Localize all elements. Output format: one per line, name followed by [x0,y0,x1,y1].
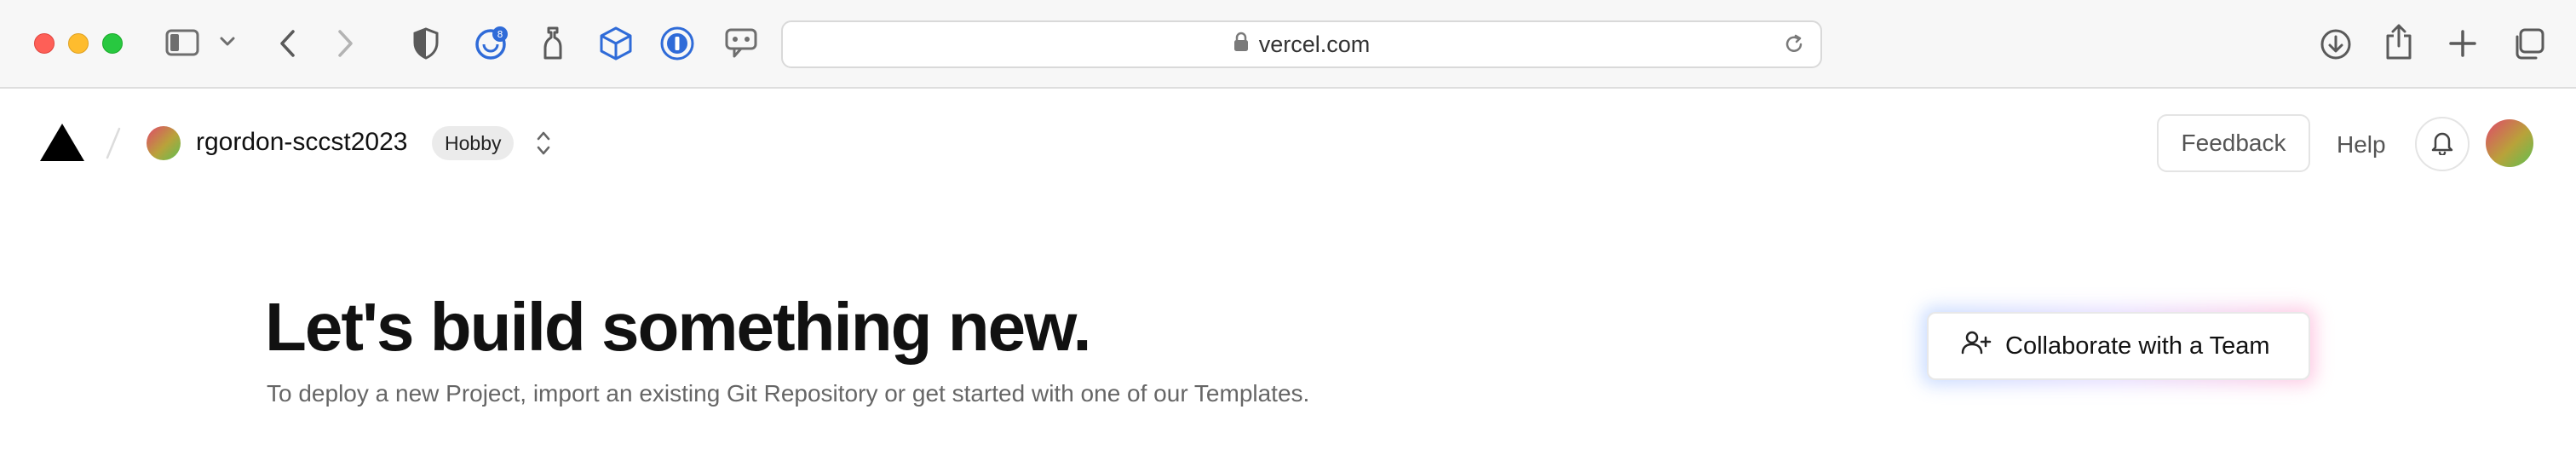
lock-icon [1233,32,1249,58]
reload-icon[interactable] [1783,33,1805,60]
browser-toolbar: 8 vercel.com [0,0,2576,89]
sidebar-toggle-icon[interactable] [165,27,199,58]
window-minimize-button[interactable] [68,33,89,54]
back-arrow-icon[interactable] [278,29,296,58]
app-header: rgordon-sccst2023 Hobby Feedback Help [0,90,2576,196]
cube-icon[interactable] [598,26,634,61]
forward-arrow-icon[interactable] [336,29,355,58]
user-avatar[interactable] [2486,119,2533,167]
collaborate-with-team-button[interactable]: Collaborate with a Team [1927,312,2310,380]
svg-text:8: 8 [497,29,503,40]
team-name[interactable]: rgordon-sccst2023 [196,128,407,157]
extension-badge-icon[interactable]: 8 [474,26,509,61]
password-manager-icon[interactable] [659,26,695,61]
chat-icon[interactable] [724,27,758,60]
add-user-icon [1961,330,1992,362]
page-title: Let's build something new. [265,289,1092,365]
vercel-logo-icon[interactable] [39,123,85,166]
new-tab-icon[interactable] [2448,29,2477,58]
window-close-button[interactable] [34,33,55,54]
feedback-button[interactable]: Feedback [2157,114,2310,172]
tabs-overview-icon[interactable] [2511,27,2545,61]
share-icon[interactable] [2383,22,2414,61]
plan-badge: Hobby [432,126,515,160]
notifications-button[interactable] [2415,117,2470,171]
bell-icon [2430,130,2454,159]
help-link[interactable]: Help [2337,131,2386,159]
bottle-icon[interactable] [542,26,564,61]
collaborate-label: Collaborate with a Team [2005,332,2270,360]
breadcrumb-separator [104,126,123,164]
window-maximize-button[interactable] [102,33,123,54]
shield-icon[interactable] [412,27,440,60]
collaborate-button-wrapper: Collaborate with a Team [1922,307,2315,385]
chevron-down-icon[interactable] [220,36,235,48]
download-icon[interactable] [2319,27,2353,61]
address-bar[interactable]: vercel.com [781,20,1822,68]
team-switcher-icon[interactable] [535,129,552,162]
page-subtitle: To deploy a new Project, import an exist… [267,380,1310,407]
team-avatar[interactable] [147,126,181,160]
url-text: vercel.com [1258,31,1371,57]
